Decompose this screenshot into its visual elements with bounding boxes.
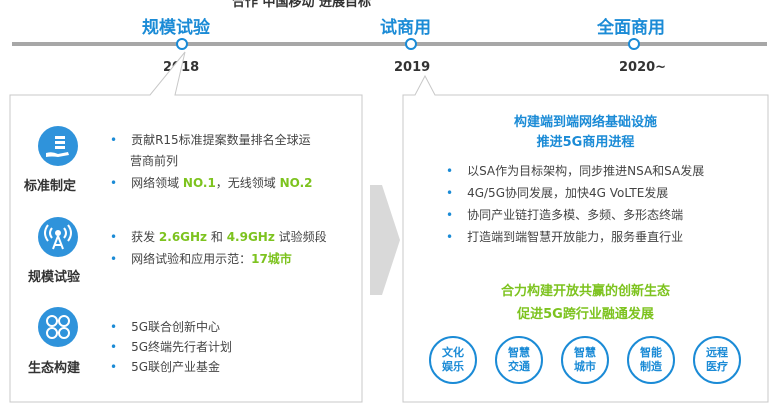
badge-smart-transport: 智慧 交通 [495,336,543,384]
right-bullet-3: • 协同产业链打造多模、多频、多形态终端 [446,208,684,222]
badge-remote-medical: 远程 医疗 [693,336,741,384]
right-subtitle-1: 合力构建开放共赢的创新生态 [500,284,670,299]
right-bullet-4: • 打造端到端智慧开放能力，服务垂直行业 [446,230,684,244]
right-subtitle-2: 促进5G跨行业融通发展 [517,307,654,322]
right-title-1: 构建端到端网络基础设施 [513,115,657,130]
right-title-2: 推进5G商用进程 [536,135,635,150]
right-bullet-1: • 以SA作为目标架构，同步推进NSA和SA发展 [446,164,705,178]
badge-smart-manufacturing: 智能 制造 [627,336,675,384]
badge-smart-city: 智慧 城市 [561,336,609,384]
right-bullet-2: • 4G/5G协同发展，加快4G VoLTE发展 [446,186,669,200]
badge-culture-entertainment: 文化 娱乐 [429,336,477,384]
